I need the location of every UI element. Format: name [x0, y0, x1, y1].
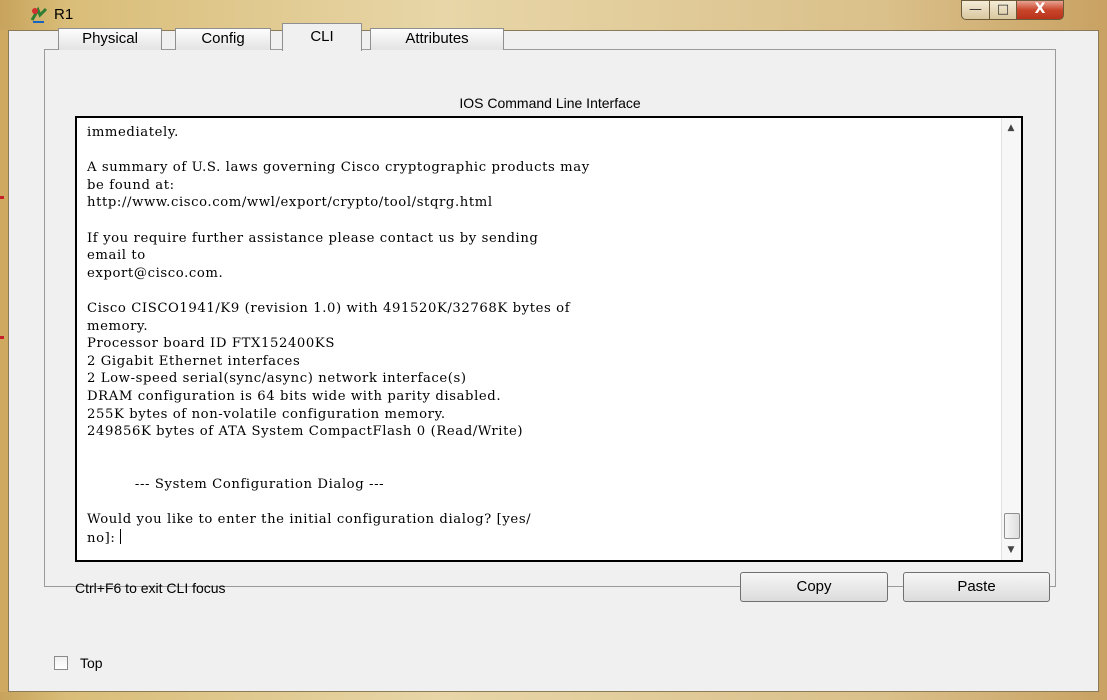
scroll-down-arrow-icon[interactable]: ▼	[1002, 542, 1020, 558]
terminal-line: DRAM configuration is 64 bits wide with …	[87, 388, 502, 404]
minimize-icon: —	[969, 2, 982, 17]
terminal-line: immediately.	[87, 125, 179, 140]
terminal-line: 2 Gigabit Ethernet interfaces	[87, 353, 301, 369]
terminal-line: Processor board ID FTX152400KS	[87, 336, 335, 352]
terminal-line: export@cisco.com.	[87, 265, 224, 281]
tab-physical[interactable]: Physical	[58, 28, 162, 50]
window-left-border	[0, 30, 8, 692]
terminal-lines: immediately. A summary of U.S. laws gove…	[87, 125, 590, 527]
terminal-line: Would you like to enter the initial conf…	[87, 512, 532, 528]
edge-mark	[0, 336, 4, 339]
edge-mark	[0, 196, 4, 199]
router-app-icon	[30, 6, 48, 23]
cli-terminal[interactable]: immediately. A summary of U.S. laws gove…	[75, 116, 1023, 562]
close-icon: X	[1034, 1, 1046, 17]
terminal-line: be found at:	[87, 177, 175, 193]
cli-focus-hint: Ctrl+F6 to exit CLI focus	[75, 580, 226, 596]
cli-heading: IOS Command Line Interface	[459, 95, 641, 111]
terminal-line: email to	[87, 248, 146, 264]
maximize-icon: □	[996, 2, 1010, 17]
tab-cli[interactable]: CLI	[282, 23, 362, 51]
tab-attributes[interactable]: Attributes	[370, 28, 504, 50]
minimize-button[interactable]: —	[961, 0, 990, 20]
terminal-line: 249856K bytes of ATA System CompactFlash…	[87, 424, 524, 440]
tab-config[interactable]: Config	[175, 28, 271, 50]
tab-label: Attributes	[405, 30, 469, 47]
device-window: R1 — □ X Physical Config CLI Attributes …	[0, 0, 1107, 700]
scroll-up-arrow-icon[interactable]: ▲	[1002, 120, 1020, 136]
tab-label: Physical	[82, 30, 138, 47]
terminal-line: A summary of U.S. laws governing Cisco c…	[87, 160, 590, 176]
scroll-thumb[interactable]	[1004, 513, 1020, 539]
terminal-line: memory.	[87, 318, 149, 334]
window-title: R1	[54, 6, 74, 23]
title-bar[interactable]: R1 — □ X	[0, 0, 1107, 30]
vertical-scrollbar[interactable]: ▲ ▼	[1001, 118, 1021, 560]
terminal-line: http://www.cisco.com/wwl/export/crypto/t…	[87, 195, 493, 211]
terminal-line: 255K bytes of non-volatile configuration…	[87, 406, 446, 422]
copy-button[interactable]: Copy	[740, 572, 888, 602]
terminal-line: Cisco CISCO1941/K9 (revision 1.0) with 4…	[87, 300, 571, 316]
terminal-line: 2 Low-speed serial(sync/async) network i…	[87, 371, 467, 387]
terminal-prompt: no]:	[87, 530, 121, 546]
terminal-line: --- System Configuration Dialog ---	[134, 476, 385, 492]
top-checkbox-label: Top	[80, 655, 103, 671]
terminal-line: If you require further assistance please…	[87, 230, 539, 246]
tab-label: CLI	[310, 28, 334, 45]
text-cursor	[120, 528, 122, 544]
tab-label: Config	[201, 30, 245, 47]
terminal-output[interactable]: immediately. A summary of U.S. laws gove…	[87, 124, 999, 547]
close-button[interactable]: X	[1016, 0, 1064, 20]
top-checkbox[interactable]	[54, 656, 68, 670]
maximize-button[interactable]: □	[989, 0, 1017, 20]
paste-button[interactable]: Paste	[903, 572, 1050, 602]
